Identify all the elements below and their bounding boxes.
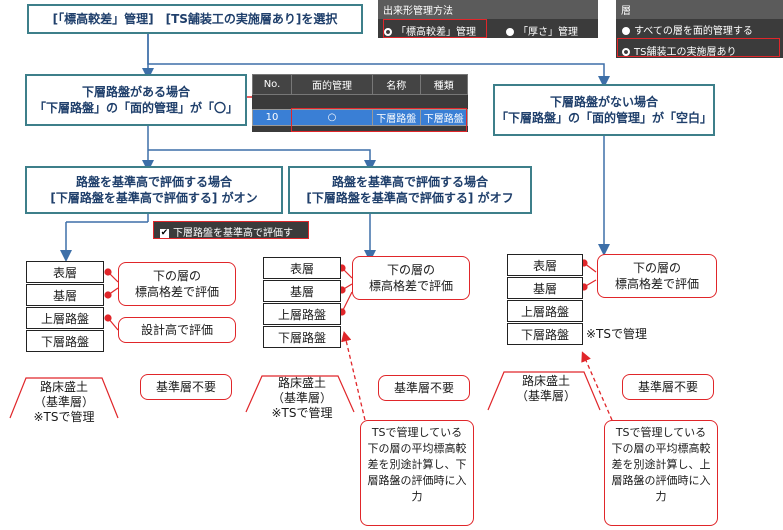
layer-option-all[interactable]: すべての層を面的管理する [616, 19, 783, 40]
layer-panel-title: 層 [616, 0, 783, 19]
case-with-subbase-text: 下層路盤がある場合 「下層路盤」の「面的管理」が「〇」 [33, 85, 238, 115]
col1-ground: 路床盛土 （基準層） ※TSで管理 [33, 380, 95, 424]
method-option-thickness[interactable]: 「厚さ」管理 [506, 23, 578, 38]
case-without-subbase-text: 下層路盤がない場合 「下層路盤」の「面的管理」が「空白」 [495, 95, 712, 125]
col2-layer-binder: 基層 [263, 280, 341, 302]
radio-icon [506, 28, 514, 36]
cell-no: 10 [252, 109, 292, 126]
col2-layer-surface: 表層 [263, 257, 341, 279]
col2-ground: 路床盛土 （基準層） ※TSで管理 [271, 376, 333, 420]
col3-no-base: 基準層不要 [622, 374, 714, 400]
eval-off-text: 路盤を基準高で評価する場合 [下層路盤を基準高で評価する] がオフ [306, 175, 514, 205]
case-without-subbase-box: 下層路盤がない場合 「下層路盤」の「面的管理」が「空白」 [493, 84, 715, 136]
col1-eval-bubble: 下の層の 標高格差で評価 [118, 262, 236, 306]
layer-highlight [617, 38, 780, 57]
eval-on-box: 路盤を基準高で評価する場合 [下層路盤を基準高で評価する] がオン [25, 166, 283, 214]
col-name: 名称 [372, 74, 421, 95]
col1-layer-subbase: 下層路盤 [26, 330, 104, 352]
col2-eval-bubble: 下の層の 標高格差で評価 [352, 256, 470, 300]
radio-icon [622, 27, 630, 35]
col1-layer-upper-base: 上層路盤 [26, 307, 104, 329]
col-surface: 面的管理 [291, 74, 373, 95]
col3-layer-upper-base: 上層路盤 [507, 300, 583, 322]
col3-layer-subbase: 下層路盤 [507, 323, 583, 345]
col1-design-bubble: 設計高で評価 [118, 317, 236, 343]
col3-note: TSで管理している下の層の平均標高較差を別途計算し、上層路盤の評価時に入力 [604, 420, 718, 526]
col2-layer-upper-base: 上層路盤 [263, 303, 341, 325]
col3-layer-surface: 表層 [507, 254, 583, 276]
col3-layer-binder: 基層 [507, 277, 583, 299]
col3-ground: 路床盛土 （基準層） [515, 374, 576, 403]
eval-checkbox[interactable]: ✔ 下層路盤を基準高で評価する [153, 221, 309, 254]
col3-eval-bubble: 下の層の 標高格差で評価 [597, 254, 717, 298]
method-panel-title: 出来形管理方法 [378, 0, 598, 19]
method-highlight [383, 19, 487, 38]
eval-on-text: 路盤を基準高で評価する場合 [下層路盤を基準高で評価する] がオン [50, 175, 258, 205]
col1-no-base: 基準層不要 [140, 374, 232, 400]
col3-ts-note: ※TSで管理 [586, 327, 648, 341]
col1-layer-surface: 表層 [26, 261, 104, 283]
col2-layer-subbase: 下層路盤 [263, 326, 341, 348]
col2-no-base: 基準層不要 [378, 375, 470, 401]
col-type: 種類 [419, 74, 468, 95]
top-selection-box: [「標高較差」管理] [TS舗装工の実施層あり]を選択 [27, 4, 363, 34]
checkbox-checked-icon: ✔ [160, 227, 169, 238]
eval-off-box: 路盤を基準高で評価する場合 [下層路盤を基準高で評価する] がオフ [288, 166, 532, 214]
col2-note: TSで管理している下の層の平均標高較差を別途計算し、下層路盤の評価時に入力 [360, 420, 474, 526]
table-highlight [291, 108, 467, 132]
col1-layer-binder: 基層 [26, 284, 104, 306]
top-selection-text: [「標高較差」管理] [TS舗装工の実施層あり]を選択 [52, 12, 338, 26]
col-no: No. [252, 74, 292, 95]
case-with-subbase-box: 下層路盤がある場合 「下層路盤」の「面的管理」が「〇」 [25, 74, 247, 126]
